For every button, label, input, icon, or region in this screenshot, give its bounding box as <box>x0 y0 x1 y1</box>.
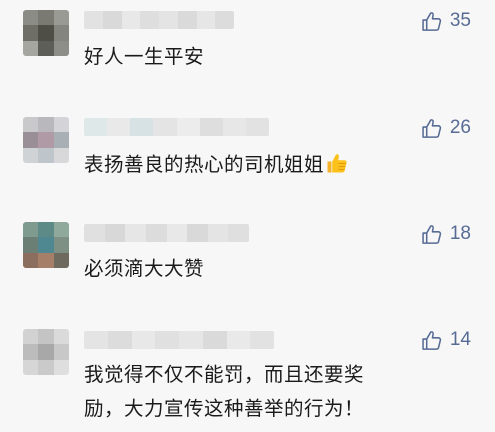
comment-text: 好人一生平安 <box>84 45 205 68</box>
avatar-pixel <box>38 222 54 238</box>
thumbs-up-outline-icon <box>422 11 442 31</box>
comment-text-line-2: 励，大力宣传这种善举的行为！ <box>84 397 365 420</box>
avatar-pixel <box>23 147 39 163</box>
like-button[interactable]: 26 <box>420 116 471 140</box>
username-blurred[interactable] <box>84 118 269 136</box>
avatar-pixel <box>38 344 54 360</box>
avatar-pixel <box>53 252 69 268</box>
avatar-pixel <box>53 222 69 238</box>
username-pixel <box>226 331 251 349</box>
like-count: 26 <box>449 117 471 138</box>
avatar-pixel <box>53 40 69 56</box>
avatar-pixel <box>53 147 69 163</box>
username-pixel <box>176 118 200 136</box>
avatar-pixel <box>23 252 39 268</box>
avatar[interactable] <box>23 117 69 163</box>
username-pixel <box>199 118 223 136</box>
username-blurred[interactable] <box>84 11 234 29</box>
avatar-pixel <box>53 344 69 360</box>
username-pixel <box>187 224 208 242</box>
comment-text: 必须滴大大赞 <box>84 257 205 280</box>
comment-text: 表扬善良的热心的司机姐姐 <box>84 149 349 181</box>
avatar-pixel <box>23 10 39 26</box>
avatar-pixel <box>38 132 54 148</box>
thumbs-up-emoji-icon <box>327 154 347 173</box>
username-pixel <box>159 11 178 29</box>
username-pixel <box>84 118 108 136</box>
like-count: 14 <box>449 329 471 350</box>
username-pixel <box>222 118 246 136</box>
comment-text-line-1: 我觉得不仅不能罚，而且还要奖 <box>84 363 365 386</box>
username-pixel <box>84 224 105 242</box>
username-pixel <box>153 118 177 136</box>
avatar-pixel <box>38 147 54 163</box>
avatar-pixel <box>53 132 69 148</box>
avatar-pixel <box>38 359 54 375</box>
username-pixel <box>107 331 132 349</box>
avatar-pixel <box>53 237 69 253</box>
avatar-pixel <box>23 117 39 133</box>
thumbs-up-outline-icon <box>422 224 442 244</box>
username-pixel <box>107 118 131 136</box>
username-pixel <box>130 118 154 136</box>
username-pixel <box>207 224 229 242</box>
avatar-pixel <box>38 117 54 133</box>
comment-list: 好人一生平安 35 表扬善良的热心的司机姐姐 26 必须滴大大赞 18 我觉得不… <box>0 0 495 432</box>
username-pixel <box>215 11 234 29</box>
avatar-pixel <box>53 117 69 133</box>
username-pixel <box>84 11 103 29</box>
avatar[interactable] <box>23 329 69 375</box>
username-pixel <box>196 11 216 29</box>
username-pixel <box>84 331 108 349</box>
avatar-pixel <box>53 25 69 41</box>
username-pixel <box>140 11 159 29</box>
avatar-pixel <box>23 344 39 360</box>
avatar-pixel <box>23 40 39 56</box>
like-count: 35 <box>449 10 471 31</box>
username-pixel <box>145 224 167 242</box>
avatar[interactable] <box>23 222 69 268</box>
avatar-pixel <box>38 40 54 56</box>
username-pixel <box>131 331 156 349</box>
like-button[interactable]: 18 <box>420 222 471 246</box>
username-pixel <box>104 224 126 242</box>
thumbs-up-outline-icon <box>422 118 442 138</box>
username-pixel <box>166 224 188 242</box>
username-pixel <box>179 331 203 349</box>
avatar-pixel <box>38 329 54 345</box>
avatar-pixel <box>38 25 54 41</box>
like-count: 18 <box>449 223 471 244</box>
avatar-pixel <box>23 329 39 345</box>
avatar-pixel <box>53 10 69 26</box>
like-button[interactable]: 35 <box>420 9 471 33</box>
avatar[interactable] <box>23 10 69 56</box>
avatar-pixel <box>23 25 39 41</box>
username-blurred[interactable] <box>84 224 249 242</box>
username-pixel <box>121 11 141 29</box>
avatar-pixel <box>38 252 54 268</box>
comment-text-body: 表扬善良的热心的司机姐姐 <box>84 153 325 176</box>
username-pixel <box>102 11 122 29</box>
username-pixel <box>250 331 274 349</box>
username-pixel <box>228 224 249 242</box>
avatar-pixel <box>38 10 54 26</box>
like-button[interactable]: 14 <box>420 328 471 352</box>
thumbs-up-outline-icon <box>422 330 442 350</box>
avatar-pixel <box>23 132 39 148</box>
username-pixel <box>155 331 179 349</box>
username-pixel <box>177 11 197 29</box>
username-blurred[interactable] <box>84 331 274 349</box>
username-pixel <box>125 224 146 242</box>
avatar-pixel <box>53 329 69 345</box>
username-pixel <box>245 118 269 136</box>
avatar-pixel <box>23 237 39 253</box>
username-pixel <box>202 331 227 349</box>
avatar-pixel <box>23 222 39 238</box>
avatar-pixel <box>23 359 39 375</box>
avatar-pixel <box>38 237 54 253</box>
avatar-pixel <box>53 359 69 375</box>
